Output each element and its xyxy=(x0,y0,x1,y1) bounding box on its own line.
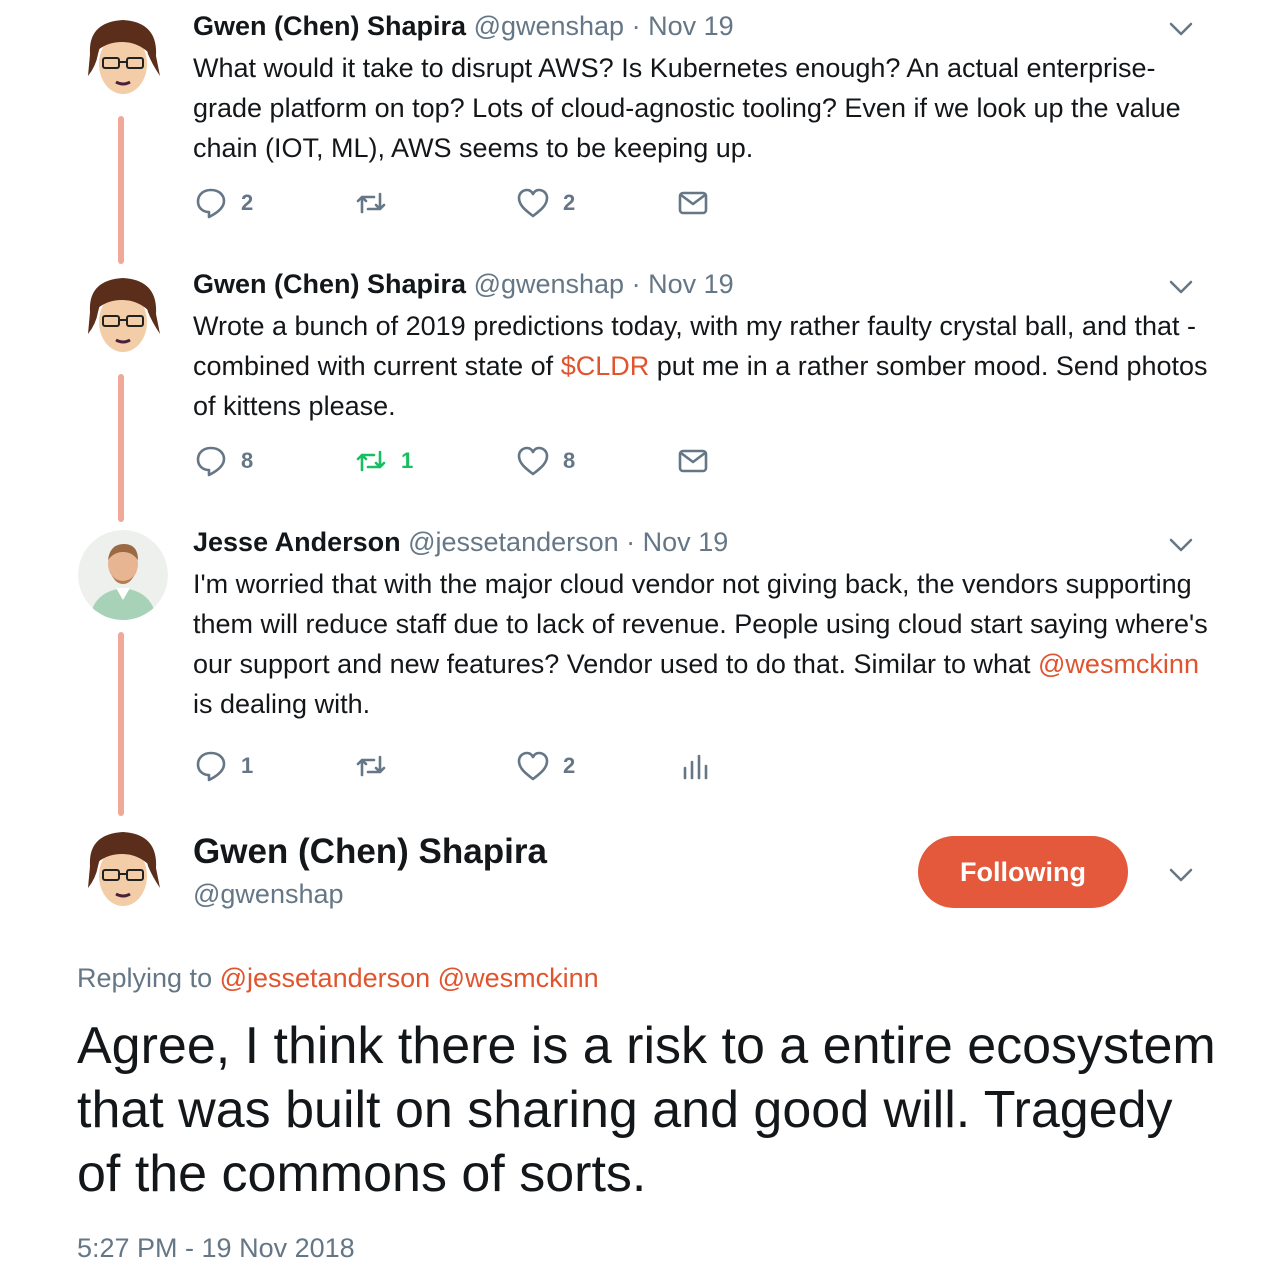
tweet-header: Jesse Anderson @jessetanderson · Nov 19 xyxy=(193,524,728,560)
retweet-button[interactable] xyxy=(353,746,401,786)
reply-button[interactable]: 1 xyxy=(193,746,253,786)
tweet-actions: 8 1 8 xyxy=(193,441,753,481)
avatar[interactable] xyxy=(78,14,168,104)
avatar[interactable] xyxy=(78,272,168,362)
reply-count: 1 xyxy=(241,753,254,778)
retweet-button[interactable] xyxy=(353,183,401,223)
main-avatar[interactable] xyxy=(78,826,168,916)
like-count: 2 xyxy=(563,753,576,778)
avatar[interactable] xyxy=(78,530,168,620)
retweet-button[interactable]: 1 xyxy=(353,441,413,481)
separator: · xyxy=(631,269,641,299)
following-button[interactable]: Following xyxy=(918,836,1128,908)
reply-button[interactable]: 2 xyxy=(193,183,253,223)
tweet-text: What would it take to disrupt AWS? Is Ku… xyxy=(193,48,1213,168)
tweet-header: Gwen (Chen) Shapira @gwenshap · Nov 19 xyxy=(193,266,734,302)
tweet-date[interactable]: Nov 19 xyxy=(648,11,734,41)
tweet-actions: 2 2 xyxy=(193,183,753,223)
analytics-icon xyxy=(675,748,711,784)
reply-icon xyxy=(193,748,229,784)
retweet-icon xyxy=(353,748,389,784)
direct-message-button[interactable] xyxy=(675,183,711,223)
heart-icon xyxy=(515,185,551,221)
main-author-name[interactable]: Gwen (Chen) Shapira xyxy=(193,830,547,874)
reply-button[interactable]: 8 xyxy=(193,441,253,481)
like-button[interactable]: 2 xyxy=(515,183,575,223)
author-handle[interactable]: @gwenshap xyxy=(474,269,625,299)
tweet-text-body: What would it take to disrupt AWS? Is Ku… xyxy=(193,53,1181,163)
reply-mention-link[interactable]: @jessetanderson xyxy=(220,963,431,993)
mail-icon xyxy=(675,185,711,221)
retweet-icon xyxy=(353,443,389,479)
tweet-header: Gwen (Chen) Shapira @gwenshap · Nov 19 xyxy=(193,8,734,44)
like-count: 8 xyxy=(563,448,576,473)
reply-icon xyxy=(193,185,229,221)
reply-count: 8 xyxy=(241,448,254,473)
chevron-down-icon[interactable] xyxy=(1166,860,1196,890)
tweet-2: Gwen (Chen) Shapira @gwenshap · Nov 19 W… xyxy=(0,266,1268,506)
heart-icon xyxy=(515,443,551,479)
main-tweet-text: Agree, I think there is a risk to a enti… xyxy=(77,1017,1216,1203)
heart-icon xyxy=(515,748,551,784)
reply-count: 2 xyxy=(241,190,254,215)
mention-link[interactable]: @wesmckinn xyxy=(1038,649,1199,679)
replying-to: Replying to @jessetanderson @wesmckinn xyxy=(77,960,599,996)
author-name[interactable]: Jesse Anderson xyxy=(193,527,401,557)
tweet-date[interactable]: Nov 19 xyxy=(648,269,734,299)
separator: · xyxy=(631,11,641,41)
cashtag-link[interactable]: $CLDR xyxy=(561,351,650,381)
analytics-button[interactable] xyxy=(675,746,711,786)
tweet-1: Gwen (Chen) Shapira @gwenshap · Nov 19 W… xyxy=(0,8,1268,248)
tweet-3: Jesse Anderson @jessetanderson · Nov 19 … xyxy=(0,524,1268,804)
tweet-actions: 1 2 xyxy=(193,746,753,786)
separator: · xyxy=(626,527,636,557)
like-button[interactable]: 8 xyxy=(515,441,575,481)
like-button[interactable]: 2 xyxy=(515,746,575,786)
mail-icon xyxy=(675,443,711,479)
chevron-down-icon[interactable] xyxy=(1166,14,1196,44)
retweet-count: 1 xyxy=(401,448,414,473)
main-author-handle[interactable]: @gwenshap xyxy=(193,876,344,912)
direct-message-button[interactable] xyxy=(675,441,711,481)
reply-mention-link[interactable]: @wesmckinn xyxy=(438,963,599,993)
tweet-timestamp[interactable]: 5:27 PM - 19 Nov 2018 xyxy=(77,1230,355,1266)
replying-label: Replying to xyxy=(77,963,213,993)
like-count: 2 xyxy=(563,190,576,215)
retweet-icon xyxy=(353,185,389,221)
author-name[interactable]: Gwen (Chen) Shapira xyxy=(193,11,466,41)
author-name[interactable]: Gwen (Chen) Shapira xyxy=(193,269,466,299)
tweet-text-after: is dealing with. xyxy=(193,689,371,719)
author-handle[interactable]: @jessetanderson xyxy=(408,527,619,557)
tweet-text: I'm worried that with the major cloud ve… xyxy=(193,564,1213,724)
chevron-down-icon[interactable] xyxy=(1166,530,1196,560)
tweet-date[interactable]: Nov 19 xyxy=(643,527,729,557)
author-handle[interactable]: @gwenshap xyxy=(474,11,625,41)
chevron-down-icon[interactable] xyxy=(1166,272,1196,302)
reply-icon xyxy=(193,443,229,479)
tweet-text: Wrote a bunch of 2019 predictions today,… xyxy=(193,306,1213,426)
